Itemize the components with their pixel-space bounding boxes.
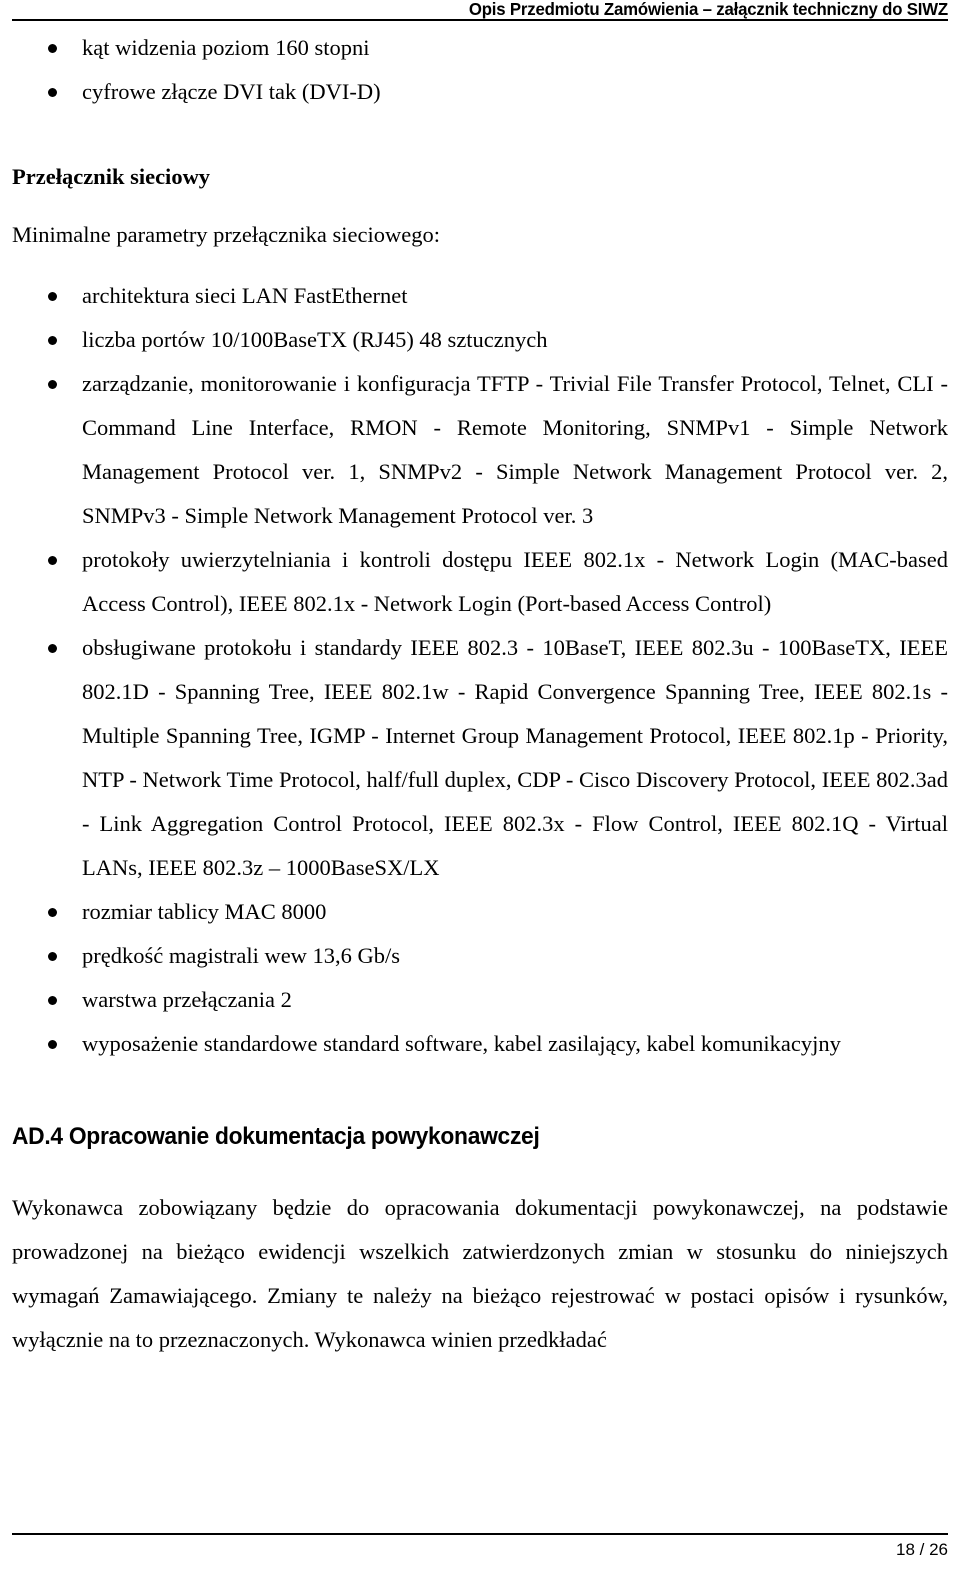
bullet-icon	[48, 908, 57, 917]
document-page: Opis Przedmiotu Zamówienia – załącznik t…	[0, 0, 960, 1573]
list-item: wyposażenie standardowe standard softwar…	[12, 1022, 948, 1066]
list-item: prędkość magistrali wew 13,6 Gb/s	[12, 934, 948, 978]
header-divider	[12, 19, 948, 21]
list-item-label: prędkość magistrali wew 13,6 Gb/s	[82, 943, 401, 968]
bullet-icon	[48, 996, 57, 1005]
switch-specs-list: architektura sieci LAN FastEthernet licz…	[12, 274, 948, 1066]
section-heading-ad4: AD.4 Opracowanie dokumentacja powykonawc…	[12, 1123, 540, 1150]
list-item-label: liczba portów 10/100BaseTX (RJ45) 48 szt…	[82, 327, 548, 352]
bullet-icon	[48, 380, 57, 389]
list-item: obsługiwane protokołu i standardy IEEE 8…	[12, 626, 948, 890]
page-header: Opis Przedmiotu Zamówienia – załącznik t…	[12, 0, 948, 22]
switch-lead-text: Minimalne parametry przełącznika sieciow…	[12, 222, 440, 247]
bullet-icon	[48, 292, 57, 301]
section-heading-switch: Przełącznik sieciowy	[12, 164, 211, 189]
page-footer: 18 / 26	[12, 1533, 948, 1563]
list-item-label: protokoły uwierzytelniania i kontroli do…	[82, 547, 948, 616]
header-title: Opis Przedmiotu Zamówienia – załącznik t…	[468, 0, 948, 19]
list-item: warstwa przełączania 2	[12, 978, 948, 1022]
list-item: protokoły uwierzytelniania i kontroli do…	[12, 538, 948, 626]
bullet-icon	[48, 644, 57, 653]
list-item: liczba portów 10/100BaseTX (RJ45) 48 szt…	[12, 318, 948, 362]
list-item: zarządzanie, monitorowanie i konfiguracj…	[12, 362, 948, 538]
bullet-icon	[48, 336, 57, 345]
ad4-paragraph: Wykonawca zobowiązany będzie do opracowa…	[12, 1195, 948, 1352]
list-item-label: zarządzanie, monitorowanie i konfiguracj…	[82, 371, 948, 528]
list-item-label: architektura sieci LAN FastEthernet	[82, 283, 408, 308]
list-item: cyfrowe złącze DVI tak (DVI-D)	[12, 70, 948, 114]
bullet-icon	[48, 1040, 57, 1049]
list-item-label: kąt widzenia poziom 160 stopni	[82, 35, 370, 60]
list-item-label: rozmiar tablicy MAC 8000	[82, 899, 327, 924]
list-item-label: warstwa przełączania 2	[82, 987, 292, 1012]
bullet-icon	[48, 952, 57, 961]
list-item: kąt widzenia poziom 160 stopni	[12, 26, 948, 70]
list-item: architektura sieci LAN FastEthernet	[12, 274, 948, 318]
list-item-label: wyposażenie standardowe standard softwar…	[82, 1031, 841, 1056]
bullet-icon	[48, 556, 57, 565]
page-number: 18 / 26	[896, 1540, 948, 1559]
bullet-icon	[48, 44, 57, 53]
list-item: rozmiar tablicy MAC 8000	[12, 890, 948, 934]
list-item-label: cyfrowe złącze DVI tak (DVI-D)	[82, 79, 381, 104]
monitor-specs-list: kąt widzenia poziom 160 stopni cyfrowe z…	[12, 26, 948, 114]
list-item-label: obsługiwane protokołu i standardy IEEE 8…	[82, 635, 948, 880]
page-content: kąt widzenia poziom 160 stopni cyfrowe z…	[12, 26, 948, 1362]
bullet-icon	[48, 88, 57, 97]
